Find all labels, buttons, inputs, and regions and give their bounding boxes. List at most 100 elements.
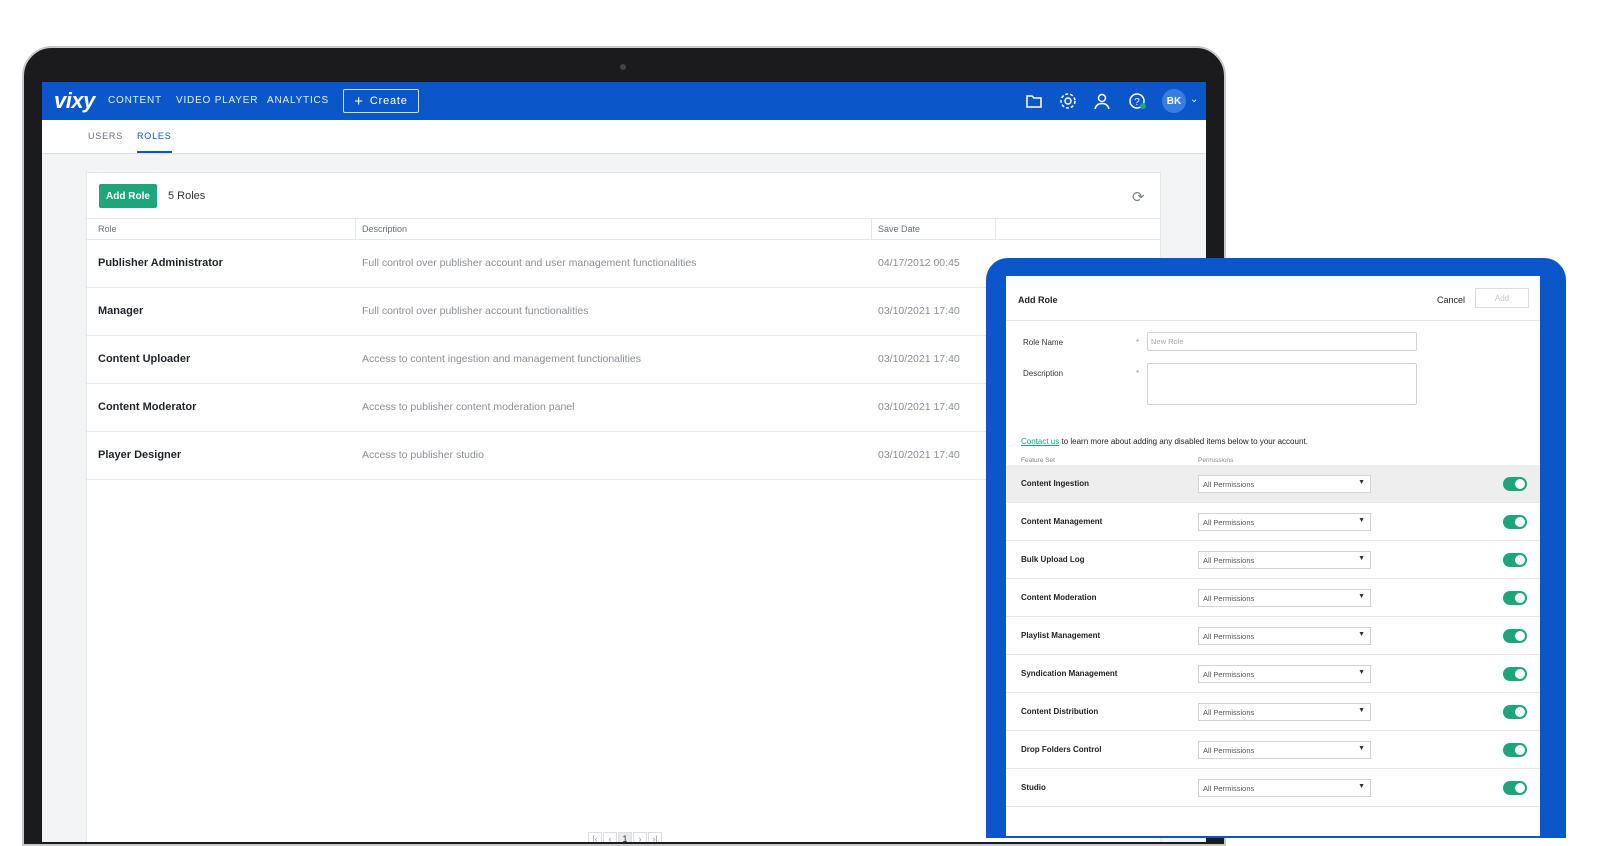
feature-row: Playlist Management All Permissions ▼ xyxy=(1006,617,1540,655)
user-icon[interactable] xyxy=(1092,91,1112,111)
cancel-button[interactable]: Cancel xyxy=(1437,295,1465,305)
feature-toggle[interactable] xyxy=(1503,553,1527,567)
nav-video-player[interactable]: VIDEO PLAYER xyxy=(176,95,258,106)
vixy-logo[interactable]: vixy xyxy=(54,88,95,114)
plus-icon: + xyxy=(354,92,364,110)
dropdown-arrow-icon: ▼ xyxy=(1358,555,1365,562)
role-name-input[interactable]: New Role xyxy=(1147,332,1417,351)
feature-toggle[interactable] xyxy=(1503,629,1527,643)
dropdown-arrow-icon: ▼ xyxy=(1358,707,1365,714)
feature-name: Content Distribution xyxy=(1021,707,1099,716)
permissions-value: All Permissions xyxy=(1203,746,1255,755)
permissions-select[interactable]: All Permissions ▼ xyxy=(1198,513,1371,531)
role-description: Full control over publisher account func… xyxy=(362,305,589,317)
role-save-date: 03/10/2021 17:40 xyxy=(878,305,960,317)
chevron-down-icon[interactable]: ⌄ xyxy=(1190,94,1198,105)
pagination: |‹ ‹ 1 › ›| xyxy=(588,832,662,842)
gear-icon[interactable] xyxy=(1058,91,1078,111)
permissions-select[interactable]: All Permissions ▼ xyxy=(1198,779,1371,797)
role-description: Access to publisher studio xyxy=(362,449,484,461)
role-name: Publisher Administrator xyxy=(98,257,223,269)
permissions-value: All Permissions xyxy=(1203,670,1255,679)
required-mark: * xyxy=(1136,338,1140,347)
add-role-screen: Add Role Cancel Add Role Name * New Role… xyxy=(1006,276,1540,836)
feature-toggle[interactable] xyxy=(1503,515,1527,529)
column-save-date[interactable]: Save Date xyxy=(878,224,920,234)
add-button[interactable]: Add xyxy=(1475,288,1529,308)
role-save-date: 03/10/2021 17:40 xyxy=(878,353,960,365)
description-label: Description xyxy=(1023,369,1064,378)
permissions-value: All Permissions xyxy=(1203,518,1255,527)
feature-name: Playlist Management xyxy=(1021,631,1101,640)
role-description: Full control over publisher account and … xyxy=(362,257,697,269)
add-role-button[interactable]: Add Role xyxy=(99,184,157,208)
description-textarea[interactable] xyxy=(1147,363,1417,405)
permissions-select[interactable]: All Permissions ▼ xyxy=(1198,665,1371,683)
feature-name: Syndication Management xyxy=(1021,669,1118,678)
feature-toggle[interactable] xyxy=(1503,667,1527,681)
feature-set-header: Feature Set xyxy=(1021,457,1055,464)
tablet-frame: Add Role Cancel Add Role Name * New Role… xyxy=(986,258,1566,838)
contact-us-link[interactable]: Contact us xyxy=(1021,437,1059,446)
table-header: Role Description Save Date xyxy=(87,218,1160,240)
feature-toggle[interactable] xyxy=(1503,477,1527,491)
permissions-select[interactable]: All Permissions ▼ xyxy=(1198,475,1371,493)
camera xyxy=(620,64,626,70)
permissions-select[interactable]: All Permissions ▼ xyxy=(1198,589,1371,607)
permissions-select[interactable]: All Permissions ▼ xyxy=(1198,551,1371,569)
folder-icon[interactable] xyxy=(1024,91,1044,111)
avatar[interactable]: BK xyxy=(1162,89,1186,113)
top-navbar: vixy CONTENT VIDEO PLAYER ANALYTICS + Cr… xyxy=(42,82,1206,120)
contact-text: to learn more about adding any disabled … xyxy=(1059,437,1308,446)
contact-notice: Contact us to learn more about adding an… xyxy=(1021,437,1308,446)
dropdown-arrow-icon: ▼ xyxy=(1358,745,1365,752)
tab-users[interactable]: USERS xyxy=(88,131,123,141)
create-label: Create xyxy=(369,95,408,107)
feature-name: Drop Folders Control xyxy=(1021,745,1102,754)
feature-name: Content Management xyxy=(1021,517,1103,526)
feature-toggle[interactable] xyxy=(1503,743,1527,757)
role-name: Content Uploader xyxy=(98,353,191,365)
role-description: Access to publisher content moderation p… xyxy=(362,401,575,413)
permissions-value: All Permissions xyxy=(1203,632,1255,641)
first-page-icon[interactable]: |‹ xyxy=(588,832,602,842)
feature-row: Bulk Upload Log All Permissions ▼ xyxy=(1006,541,1540,579)
permissions-select[interactable]: All Permissions ▼ xyxy=(1198,627,1371,645)
column-role[interactable]: Role xyxy=(98,224,117,234)
add-role-title: Add Role xyxy=(1018,295,1058,305)
dropdown-arrow-icon: ▼ xyxy=(1358,783,1365,790)
column-divider xyxy=(995,219,996,240)
feature-row: Content Management All Permissions ▼ xyxy=(1006,503,1540,541)
role-description: Access to content ingestion and manageme… xyxy=(362,353,642,365)
role-save-date: 04/17/2012 00:45 xyxy=(878,257,960,269)
required-mark: * xyxy=(1136,369,1140,378)
roles-count: 5 Roles xyxy=(168,190,206,202)
create-button[interactable]: + Create xyxy=(343,89,419,113)
last-page-icon[interactable]: ›| xyxy=(648,832,662,842)
refresh-icon[interactable]: ⟳ xyxy=(1132,188,1145,206)
dropdown-arrow-icon: ▼ xyxy=(1358,669,1365,676)
tab-roles[interactable]: ROLES xyxy=(137,131,172,153)
page-number[interactable]: 1 xyxy=(618,832,632,842)
permissions-select[interactable]: All Permissions ▼ xyxy=(1198,703,1371,721)
help-icon[interactable]: ? xyxy=(1127,91,1147,111)
feature-toggle[interactable] xyxy=(1503,591,1527,605)
prev-page-icon[interactable]: ‹ xyxy=(603,832,617,842)
dropdown-arrow-icon: ▼ xyxy=(1358,631,1365,638)
next-page-icon[interactable]: › xyxy=(633,832,647,842)
column-description[interactable]: Description xyxy=(362,224,407,234)
permissions-select[interactable]: All Permissions ▼ xyxy=(1198,741,1371,759)
feature-name: Content Moderation xyxy=(1021,593,1097,602)
role-save-date: 03/10/2021 17:40 xyxy=(878,449,960,461)
nav-analytics[interactable]: ANALYTICS xyxy=(267,95,329,106)
feature-toggle[interactable] xyxy=(1503,705,1527,719)
role-name-label: Role Name xyxy=(1023,338,1064,347)
feature-row: Syndication Management All Permissions ▼ xyxy=(1006,655,1540,693)
permissions-header: Permissions xyxy=(1198,457,1234,464)
role-name: Content Moderator xyxy=(98,401,197,413)
role-name: Player Designer xyxy=(98,449,182,461)
feature-toggle[interactable] xyxy=(1503,781,1527,795)
nav-content[interactable]: CONTENT xyxy=(108,95,162,106)
column-divider xyxy=(871,219,872,240)
sub-tabs: USERS ROLES xyxy=(42,120,1206,154)
